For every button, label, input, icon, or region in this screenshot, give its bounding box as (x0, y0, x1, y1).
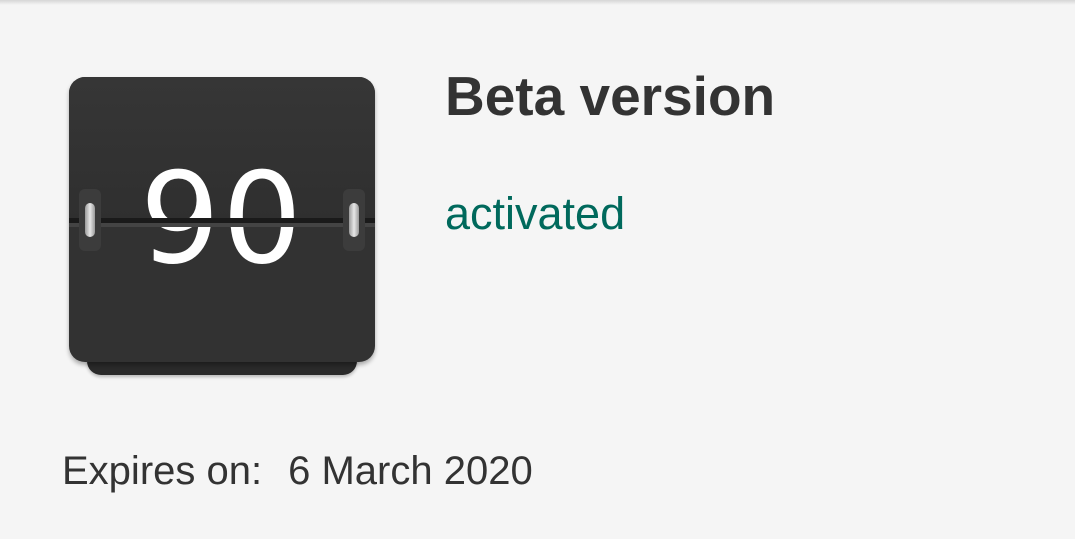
expiry-label: Expires on: (62, 449, 263, 493)
hinge-knob-left (85, 203, 95, 237)
flip-card-split-highlight (69, 223, 375, 227)
activation-status: activated (445, 188, 626, 239)
beta-version-title: Beta version (445, 65, 776, 127)
flip-hinge-left-icon (79, 189, 101, 251)
days-remaining-flip-counter: 90 (69, 77, 375, 377)
flip-counter-card: 90 (69, 77, 375, 362)
hinge-knob-right (349, 203, 359, 237)
top-divider-shadow (0, 0, 1075, 5)
flip-hinge-right-icon (343, 189, 365, 251)
expiry-info: Expires on: 6 March 2020 (62, 445, 533, 497)
expiry-date: 6 March 2020 (288, 449, 533, 493)
